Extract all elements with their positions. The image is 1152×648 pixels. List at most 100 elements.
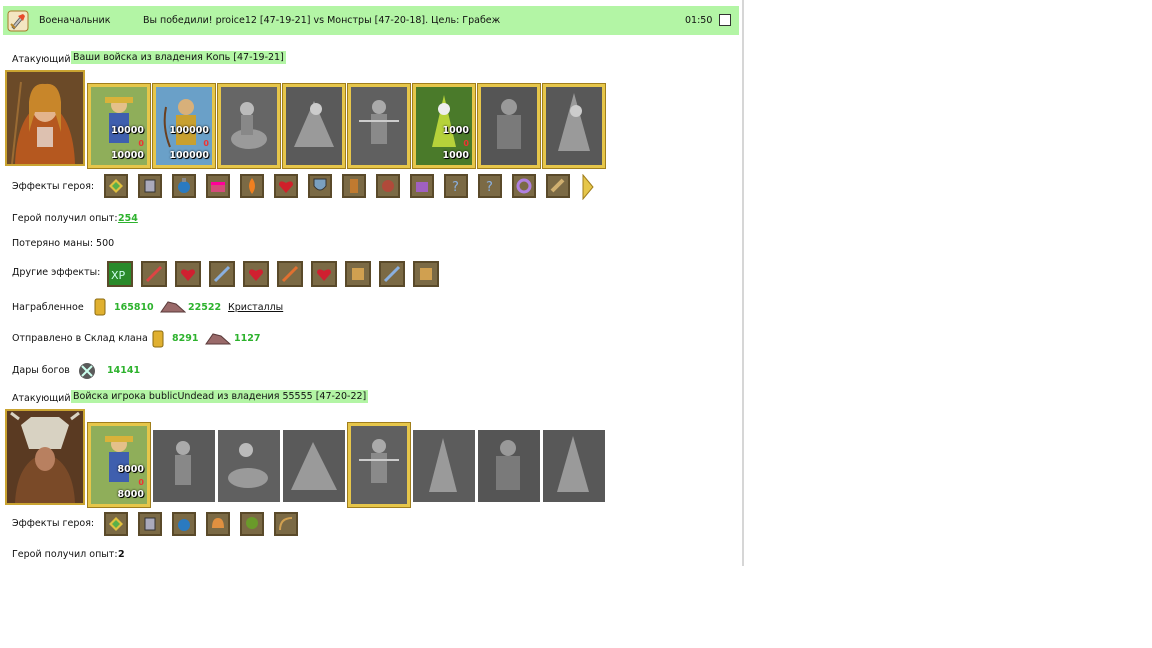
chest-icon[interactable] — [206, 174, 230, 198]
hero-avatar — [7, 72, 83, 164]
cavalry-unit-icon — [218, 430, 280, 502]
sword-icon — [7, 10, 29, 32]
battle-report-panel: Военачальник Вы победили! proice12 [47-1… — [0, 0, 744, 566]
warrior-unit-icon — [478, 430, 540, 502]
xp-value: 2 — [118, 549, 125, 560]
wizard-unit-icon — [543, 430, 605, 502]
griffin-unit-icon — [286, 87, 342, 165]
attacker-role-label: Атакующий — [12, 393, 71, 404]
svg-text:?: ? — [452, 180, 459, 195]
xp-value-link[interactable]: 254 — [118, 213, 138, 224]
unit-card[interactable] — [283, 430, 345, 502]
xp-label: Герой получил опыт: — [12, 549, 118, 560]
sword-icon[interactable] — [141, 261, 167, 287]
unit-count-remaining: 100000 — [169, 150, 209, 161]
crossbowman-unit-icon — [351, 426, 407, 504]
potion-icon[interactable] — [172, 512, 196, 536]
heart-icon[interactable] — [243, 261, 269, 287]
unit-lost: 0 — [203, 139, 209, 148]
unit-card[interactable] — [413, 430, 475, 502]
scroll-icon[interactable] — [546, 174, 570, 198]
svg-text:XP: XP — [111, 269, 126, 282]
unit-card[interactable] — [543, 430, 605, 502]
scroll-icon[interactable] — [342, 174, 366, 198]
gods-gifts-label: Дары богов — [12, 365, 70, 376]
gem-icon[interactable] — [104, 512, 128, 536]
griffin-unit-icon — [283, 430, 345, 502]
shield-icon[interactable] — [308, 174, 332, 198]
potion-icon[interactable] — [172, 174, 196, 198]
battle-time: 01:50 — [685, 15, 713, 26]
armor-icon[interactable] — [138, 174, 162, 198]
druid-unit-icon — [413, 430, 475, 502]
crystals-link[interactable]: Кристаллы — [228, 302, 283, 313]
unit-card[interactable] — [347, 422, 411, 508]
unit-card[interactable] — [542, 83, 606, 169]
unit-card[interactable] — [347, 83, 411, 169]
gold-icon — [152, 330, 164, 348]
castle-icon[interactable] — [410, 174, 434, 198]
ring-icon[interactable] — [512, 174, 536, 198]
next-arrow-icon[interactable] — [582, 174, 594, 200]
hero-portrait[interactable] — [5, 70, 85, 166]
hero-effects-label: Эффекты героя: — [12, 518, 95, 529]
close-checkbox[interactable] — [719, 14, 731, 26]
scroll-icon[interactable] — [413, 261, 439, 287]
unit-count: 100000 — [169, 125, 209, 136]
question-icon[interactable]: ? — [444, 174, 468, 198]
heart-icon[interactable] — [175, 261, 201, 287]
page-title: Военачальник — [39, 15, 111, 26]
sword-icon[interactable] — [277, 261, 303, 287]
unit-card[interactable] — [477, 83, 541, 169]
ore-icon — [160, 301, 186, 313]
mask-icon[interactable] — [376, 174, 400, 198]
unit-card[interactable]: 8000 0 8000 — [87, 422, 151, 508]
unit-card[interactable]: 100000 0 100000 — [152, 83, 216, 169]
clan-ore-value: 1127 — [234, 333, 261, 344]
cavalry-unit-icon — [221, 87, 277, 165]
helmet-icon[interactable] — [206, 512, 230, 536]
sword-icon[interactable] — [209, 261, 235, 287]
unit-lost: 0 — [138, 478, 144, 487]
gods-gifts-value: 14141 — [107, 365, 141, 376]
warrior-unit-icon — [481, 87, 537, 165]
unit-card[interactable] — [478, 430, 540, 502]
svg-text:?: ? — [486, 180, 493, 195]
scroll-icon[interactable] — [345, 261, 371, 287]
unit-card[interactable]: 10000 0 10000 — [87, 83, 151, 169]
attacker-role-label: Атакующий — [12, 54, 71, 65]
unit-card[interactable] — [282, 83, 346, 169]
hero-portrait[interactable] — [5, 409, 85, 505]
unit-card[interactable] — [217, 83, 281, 169]
gem-icon[interactable] — [104, 174, 128, 198]
attacker-army-label: Войска игрока bublicUndead из владения 5… — [71, 390, 369, 403]
armor-icon[interactable] — [138, 512, 162, 536]
gift-icon — [79, 363, 95, 379]
gold-icon — [94, 298, 106, 316]
unit-card[interactable] — [218, 430, 280, 502]
loot-gold-value: 165810 — [114, 302, 154, 313]
unit-count-remaining: 8000 — [117, 489, 144, 500]
heart-icon[interactable] — [274, 174, 298, 198]
question-icon[interactable]: ? — [478, 174, 502, 198]
attacker-army-label: Ваши войска из владения Копь [47-19-21] — [71, 51, 286, 64]
sword-icon[interactable] — [379, 261, 405, 287]
heart-icon[interactable] — [311, 261, 337, 287]
fire-icon[interactable] — [240, 174, 264, 198]
wizard-unit-icon — [546, 87, 602, 165]
clan-gold-value: 8291 — [172, 333, 199, 344]
clan-storage-label: Отправлено в Склад клана — [12, 333, 148, 344]
xp-icon[interactable]: XP — [107, 261, 133, 287]
unit-count-remaining: 1000 — [442, 150, 469, 161]
loot-label: Награбленное — [12, 302, 84, 313]
tree-icon[interactable] — [240, 512, 264, 536]
hero-avatar — [7, 411, 83, 503]
battle-result-message: Вы победили! proice12 [47-19-21] vs Монс… — [143, 15, 501, 26]
unit-count: 10000 — [110, 125, 144, 136]
unit-lost: 0 — [138, 139, 144, 148]
unit-count: 1000 — [442, 125, 469, 136]
unit-card[interactable]: 1000 0 1000 — [412, 83, 476, 169]
bow-icon[interactable] — [274, 512, 298, 536]
unit-count: 8000 — [117, 464, 144, 475]
unit-card[interactable] — [153, 430, 215, 502]
